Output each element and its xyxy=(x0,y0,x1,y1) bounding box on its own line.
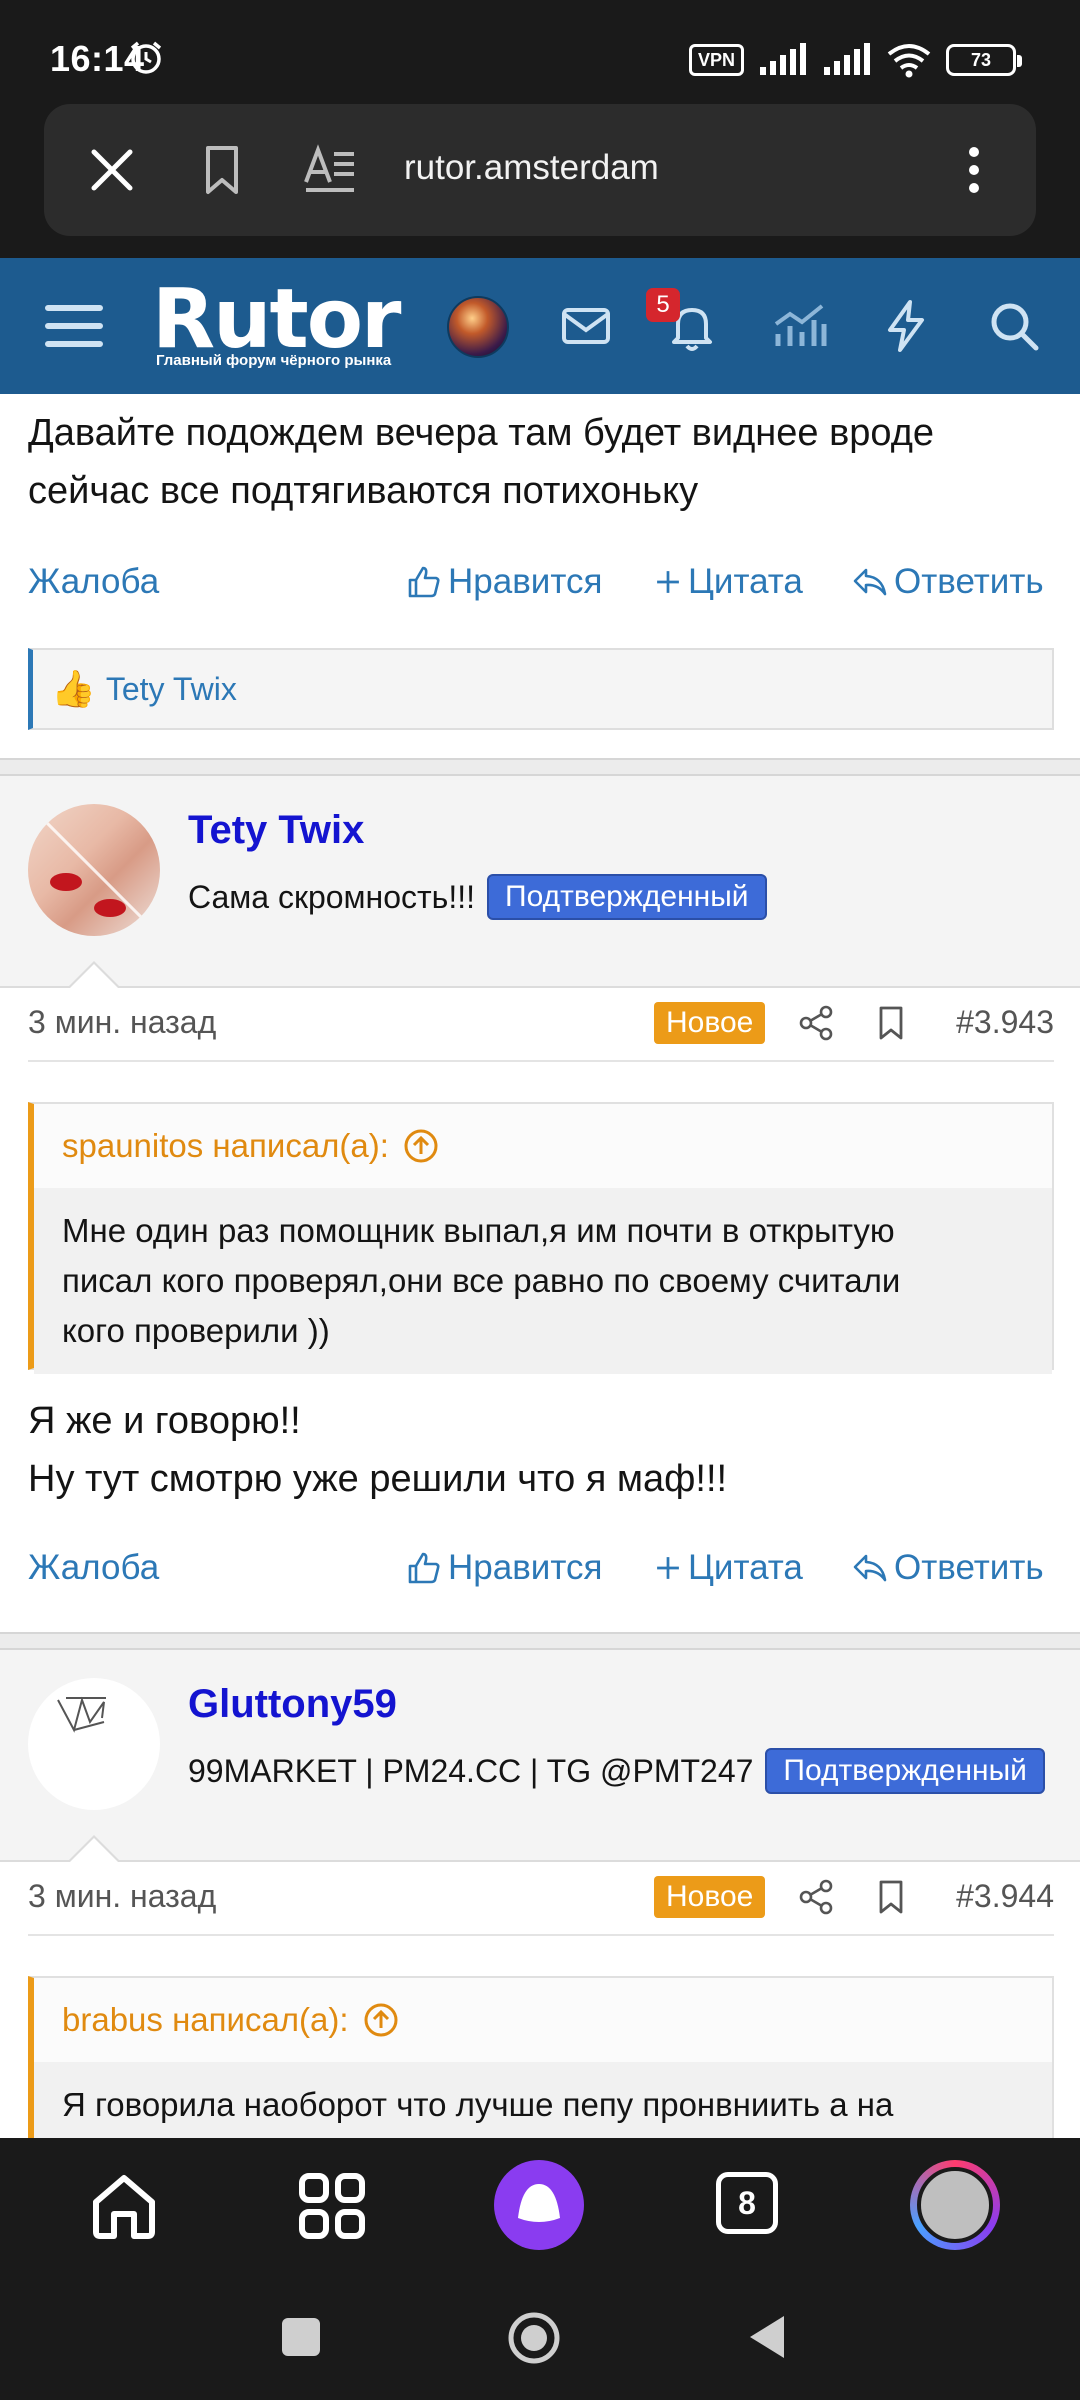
post-time[interactable]: 3 мин. назад xyxy=(28,1878,216,1915)
post-number[interactable]: #3.944 xyxy=(956,1878,1054,1915)
thumbs-up-icon xyxy=(408,566,440,598)
verified-badge: Подтвержденный xyxy=(487,874,767,920)
alice-assistant-button[interactable] xyxy=(494,2160,584,2250)
verified-badge: Подтвержденный xyxy=(765,1748,1045,1794)
notification-badge: 5 xyxy=(646,288,680,322)
reader-mode-icon[interactable] xyxy=(302,142,358,198)
like-button[interactable]: Нравится xyxy=(406,1548,602,1588)
logo-subtitle: Главный форум чёрного рынка xyxy=(156,352,392,369)
share-icon[interactable] xyxy=(798,1878,836,1916)
post-body: Я же и говорю!! Ну тут смотрю уже решили… xyxy=(28,1400,728,1500)
sketch-avatar-icon xyxy=(57,1696,106,1733)
quote-button[interactable]: Цитата xyxy=(654,1548,803,1588)
bookmark-icon[interactable] xyxy=(194,142,250,198)
home-nav-icon[interactable] xyxy=(506,2310,562,2366)
reactions-bar[interactable]: 👍 Tety Twix xyxy=(28,648,1054,730)
quote-header[interactable]: brabus написал(а): xyxy=(34,1978,1052,2062)
browser-toolbar: rutor.amsterdam xyxy=(0,104,1080,258)
liked-by-user[interactable]: Tety Twix xyxy=(106,671,237,708)
lips-image-icon xyxy=(28,804,160,936)
user-avatar[interactable] xyxy=(447,296,509,358)
address-bar[interactable]: rutor.amsterdam xyxy=(44,104,1036,236)
quote-body: Я говорила наоборот что лучше пепу пронв… xyxy=(34,2062,1052,2138)
alarm-icon xyxy=(130,41,162,74)
forum-header: Rutor Главный форум чёрного рынка 5 xyxy=(0,258,1080,394)
arrow-up-circle-icon[interactable] xyxy=(363,2002,399,2038)
new-badge: Новое xyxy=(654,1002,766,1044)
author-username[interactable]: Tety Twix xyxy=(188,808,364,853)
post-actions: Жалоба Нравится Цитата Ответить xyxy=(28,1548,1052,1598)
complain-link[interactable]: Жалоба xyxy=(28,562,159,602)
thread-content: Давайте подождем вечера там будет виднее… xyxy=(0,394,1080,2138)
back-icon[interactable] xyxy=(744,2312,794,2362)
post-time[interactable]: 3 мин. назад xyxy=(28,1004,216,1041)
reply-arrow-icon xyxy=(853,1554,887,1582)
close-icon[interactable] xyxy=(84,142,140,198)
plus-icon xyxy=(657,1557,679,1579)
reply-button[interactable]: Ответить xyxy=(852,562,1044,602)
status-bar: 16:14 VPN 73 xyxy=(0,0,1080,104)
quote-body: Мне один раз помощник выпал,я им почти в… xyxy=(34,1188,1052,1374)
like-button[interactable]: Нравится xyxy=(406,562,602,602)
reply-arrow-icon xyxy=(853,568,887,596)
author-username[interactable]: Gluttony59 xyxy=(188,1682,397,1727)
complain-link[interactable]: Жалоба xyxy=(28,1548,159,1588)
battery-indicator: 73 xyxy=(946,44,1022,76)
url-text[interactable]: rutor.amsterdam xyxy=(404,148,659,188)
inbox-icon[interactable] xyxy=(556,296,616,356)
vpn-indicator: VPN xyxy=(688,44,744,76)
apps-grid-icon[interactable] xyxy=(292,2166,372,2246)
quote-author[interactable]: spaunitos написал(а): xyxy=(62,1127,389,1165)
quote-author[interactable]: brabus написал(а): xyxy=(62,2001,349,2039)
arrow-up-circle-icon[interactable] xyxy=(403,1128,439,1164)
profile-avatar-icon xyxy=(917,2167,993,2243)
post-separator xyxy=(0,758,1080,776)
profile-button[interactable] xyxy=(910,2160,1000,2250)
system-navigation-bar xyxy=(0,2274,1080,2400)
quote-block: spaunitos написал(а): Мне один раз помощ… xyxy=(28,1102,1054,1374)
new-badge: Новое xyxy=(654,1876,766,1918)
quote-header[interactable]: spaunitos написал(а): xyxy=(34,1104,1052,1188)
post-meta: 3 мин. назад Новое #3.943 xyxy=(28,988,1054,1062)
hamburger-menu-icon[interactable] xyxy=(44,296,104,356)
quote-block: brabus написал(а): Я говорила наоборот ч… xyxy=(28,1976,1054,2138)
tabs-counter-button[interactable]: 8 xyxy=(716,2172,778,2234)
activity-chart-icon[interactable] xyxy=(770,296,830,356)
lightning-icon[interactable] xyxy=(876,296,936,356)
browser-bottom-bar: 8 xyxy=(0,2138,1080,2274)
post-author-block: Tety Twix Сама скромность!!! Подтвержден… xyxy=(0,776,1080,988)
thumbs-up-icon xyxy=(408,1552,440,1584)
bookmark-post-icon[interactable] xyxy=(872,1004,910,1042)
post-separator xyxy=(0,1632,1080,1650)
author-title: 99MARKET | PM24.CC | TG @PMT247 xyxy=(188,1752,754,1789)
cell-signal-icon xyxy=(760,43,806,75)
post-actions: Жалоба Нравится Цитата Ответить xyxy=(28,562,1052,612)
search-icon[interactable] xyxy=(984,296,1044,356)
post-meta: 3 мин. назад Новое #3.944 xyxy=(28,1862,1054,1936)
share-icon[interactable] xyxy=(798,1004,836,1042)
post-author-block: Gluttony59 99MARKET | PM24.CC | TG @PMT2… xyxy=(0,1650,1080,1862)
reply-button[interactable]: Ответить xyxy=(852,1548,1044,1588)
author-title-row: Сама скромность!!! Подтвержденный xyxy=(188,874,767,920)
quote-button[interactable]: Цитата xyxy=(654,562,803,602)
wifi-icon xyxy=(887,44,931,78)
post-body: Давайте подождем вечера там будет виднее… xyxy=(28,412,935,512)
author-title: Сама скромность!!! xyxy=(188,878,476,915)
bookmark-post-icon[interactable] xyxy=(872,1878,910,1916)
assistant-icon xyxy=(518,2184,560,2222)
cell-signal-2-icon xyxy=(824,43,870,75)
thumbs-up-emoji-icon: 👍 xyxy=(51,668,96,709)
home-icon[interactable] xyxy=(84,2166,164,2246)
author-title-row: 99MARKET | PM24.CC | TG @PMT247 Подтверж… xyxy=(188,1748,1045,1794)
post-number[interactable]: #3.943 xyxy=(956,1004,1054,1041)
plus-icon xyxy=(657,571,679,593)
more-menu-icon[interactable] xyxy=(946,142,1002,198)
recents-icon[interactable] xyxy=(278,2314,324,2360)
author-avatar[interactable] xyxy=(28,1678,160,1810)
site-logo[interactable]: Rutor Главный форум чёрного рынка xyxy=(152,272,422,372)
author-avatar[interactable] xyxy=(28,804,160,936)
